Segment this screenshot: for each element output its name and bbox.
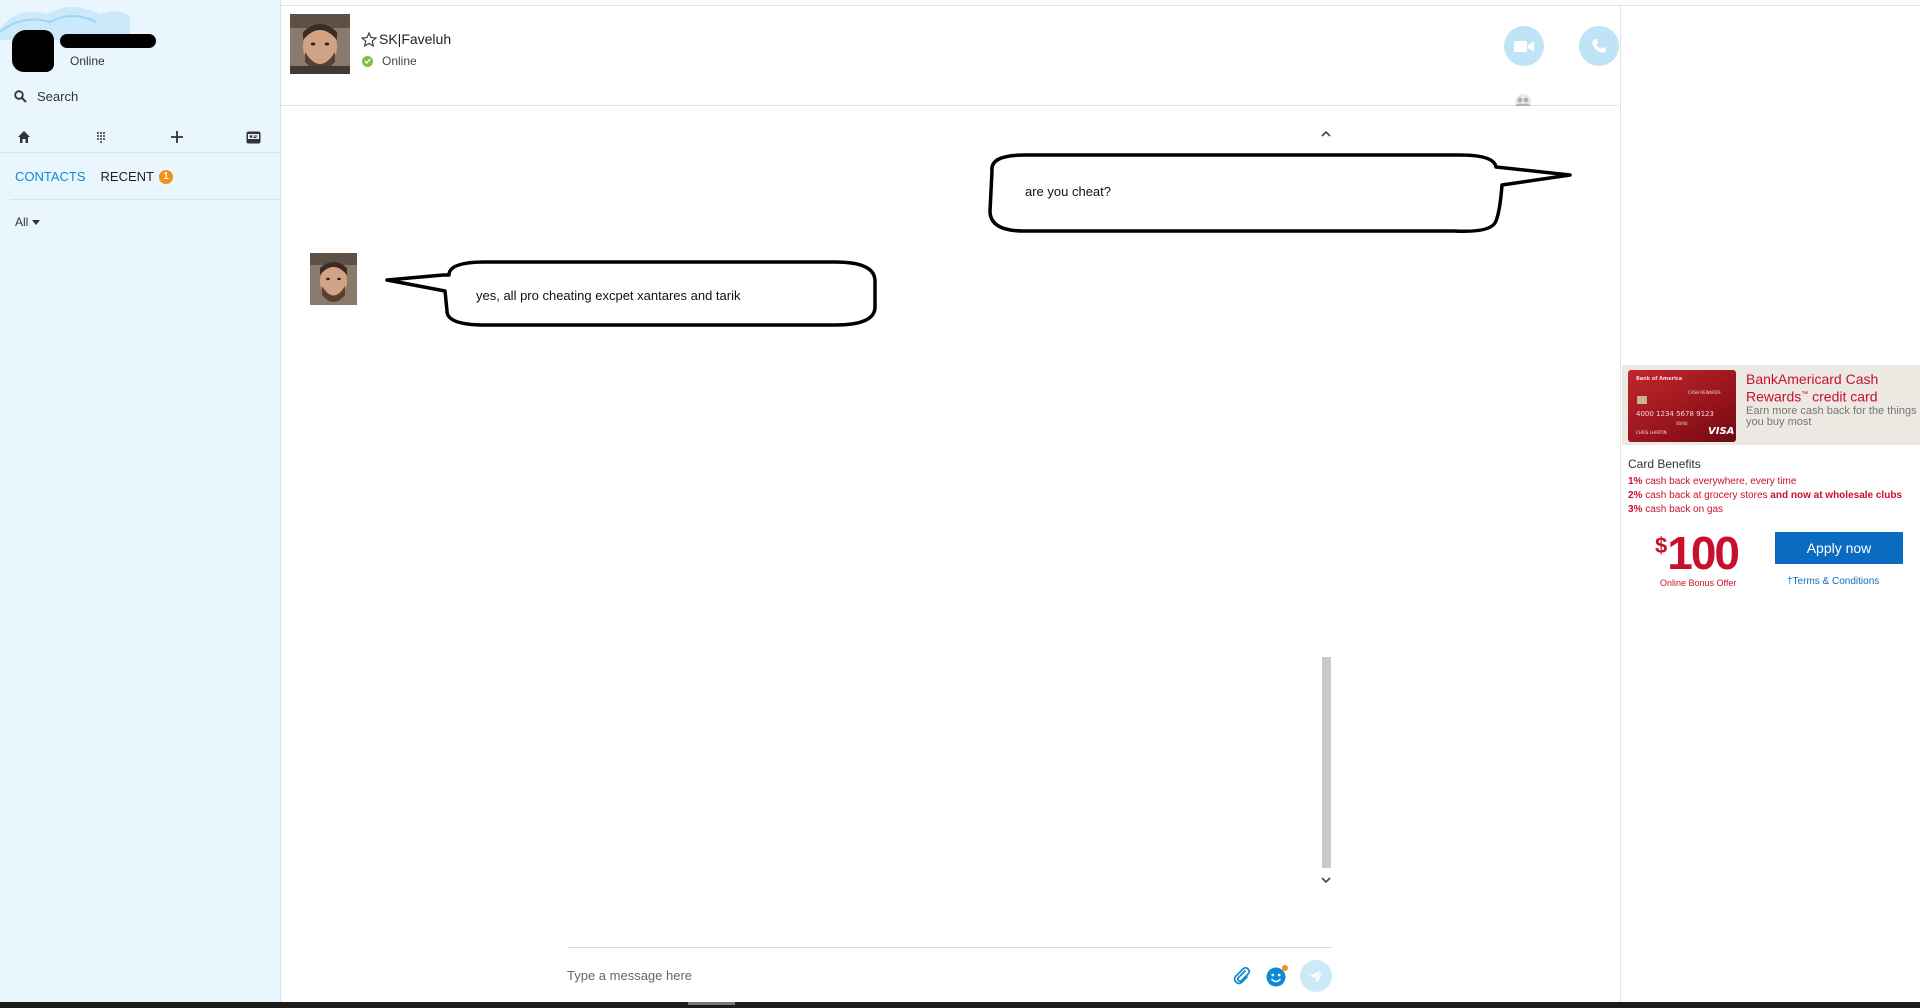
search-icon [14,89,27,103]
add-button[interactable] [165,126,189,148]
benefit-text: cash back at grocery stores [1642,490,1771,501]
sidebar-nav [12,126,266,148]
scrollbar-thumb[interactable] [1322,657,1331,868]
taskbar-indicator [688,1002,735,1005]
ad-title-line1: BankAmericard Cash [1746,371,1879,387]
recent-unread-badge: 1 [159,169,173,184]
contact-status-row: Online [362,54,417,68]
card-bank-name: Bank of America [1636,376,1683,382]
video-call-button[interactable] [1504,26,1544,66]
card-program: CASH REWARDS [1688,390,1721,395]
contact-avatar[interactable] [290,14,350,74]
outgoing-message-text: are you cheat? [1025,184,1112,199]
filter-label: All [15,215,29,229]
chevron-down-icon [32,219,41,225]
dialpad-icon [96,132,105,143]
benefit-percent: 1% [1628,476,1643,487]
benefit-item: 3% cash back on gas [1628,504,1723,515]
bonus-number: 100 [1667,527,1740,579]
composer-divider [567,947,1332,948]
plus-icon [171,131,184,143]
emoticon-icon[interactable] [1265,964,1289,988]
ad-title-line2: Rewards [1746,388,1802,405]
profile-avatar[interactable] [12,30,54,72]
contact-tabs: CONTACTS RECENT 1 [15,169,173,184]
terms-conditions-link[interactable]: †Terms & Conditions [1787,576,1879,587]
send-button[interactable] [1300,960,1332,992]
benefit-item: 1% cash back everywhere, every time [1628,476,1796,487]
incoming-message-text: yes, all pro cheating excpet xantares an… [476,288,741,303]
benefit-percent: 2% [1628,490,1643,501]
contact-name: SK|Faveluh [379,31,452,47]
scroll-down-arrow-icon[interactable] [1319,874,1333,886]
tab-recent[interactable]: RECENT 1 [101,169,173,184]
send-icon [1309,969,1324,983]
benefits-title: Card Benefits [1628,457,1701,471]
nav-divider [0,152,280,153]
star-outline-icon[interactable] [361,31,377,47]
contacts-filter-dropdown[interactable]: All [15,215,41,229]
scroll-up-arrow-icon[interactable] [1319,128,1333,140]
benefit-text: cash back on gas [1642,504,1724,515]
taskbar-strip [0,1002,1920,1008]
home-button[interactable] [12,126,36,148]
attach-file-button[interactable] [1230,964,1254,988]
bonus-currency: $ [1655,533,1668,558]
contact-status: Online [382,54,417,68]
tab-recent-label: RECENT [100,169,154,184]
card-holder: CHRIS LHARTIN [1636,430,1667,435]
card-chip [1637,396,1647,404]
search-box[interactable]: Search [14,86,78,106]
credit-card-image[interactable]: Bank of America CASH REWARDS 4000 1234 5… [1628,370,1736,442]
search-label: Search [37,88,79,104]
dialpad-button[interactable] [89,126,113,148]
benefit-item: 2% cash back at grocery stores and now a… [1628,490,1902,501]
online-status-icon [362,55,373,67]
audio-call-button[interactable] [1579,26,1619,66]
ad-title-line2-rest: credit card [1808,388,1878,405]
card-number: 4000 1234 5678 9123 [1636,410,1714,418]
contact-name-row: SK|Faveluh [361,31,451,47]
tab-contacts-label: CONTACTS [15,169,86,184]
message-sender-avatar[interactable] [310,253,357,305]
message-input[interactable] [567,964,1207,986]
paperclip-icon [1233,966,1251,985]
profile-name-redacted [60,34,156,48]
sidebar: Online Search CONTACTS RECENT 1 All [0,0,281,1002]
apply-now-button[interactable]: Apply now [1775,532,1903,564]
ad-title[interactable]: BankAmericard Cash Rewards™ credit card [1746,372,1916,405]
profile-status: Online [70,54,105,68]
benefit-text: cash back everywhere, every time [1642,476,1797,487]
benefit-percent: 3% [1628,504,1643,515]
card-network-logo: VISA [1708,426,1735,437]
chat-header: SK|Faveluh Online [281,0,1619,106]
contact-card-icon [246,131,261,143]
tab-contacts[interactable]: CONTACTS [15,169,86,184]
bonus-label: Online Bonus Offer [1660,578,1737,588]
participants-icon[interactable] [1512,94,1534,106]
contact-card-button[interactable] [242,126,266,148]
ad-subtitle: Earn more cash back for the things you b… [1746,405,1917,428]
phone-icon [1592,39,1606,53]
card-expiry: 00/00 [1676,421,1688,426]
video-camera-icon [1514,40,1534,52]
tabs-divider [10,199,280,200]
bonus-amount: $ 100 [1655,527,1740,579]
home-icon [18,131,30,143]
benefit-bold-text: and now at wholesale clubs [1770,490,1902,501]
